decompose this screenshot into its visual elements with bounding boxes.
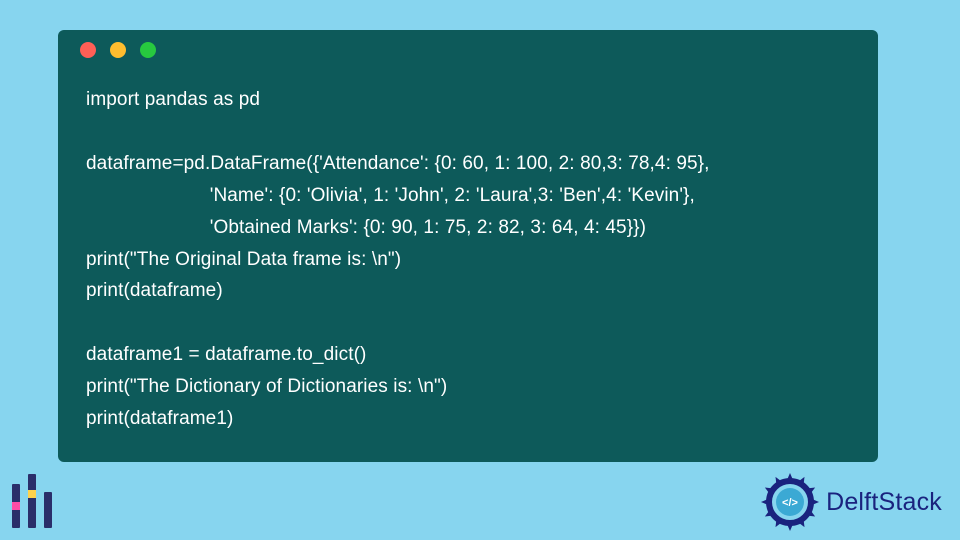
window-titlebar: [58, 30, 878, 70]
brand-tag: </>: [782, 497, 798, 509]
brand: </> DelftStack: [760, 472, 942, 532]
brand-seal-icon: </>: [760, 472, 820, 532]
code-window: import pandas as pd dataframe=pd.DataFra…: [58, 30, 878, 462]
maximize-icon[interactable]: [140, 42, 156, 58]
code-block: import pandas as pd dataframe=pd.DataFra…: [58, 70, 878, 455]
footer: </> DelftStack: [0, 462, 960, 540]
brand-name: DelftStack: [826, 488, 942, 517]
minimize-icon[interactable]: [110, 42, 126, 58]
close-icon[interactable]: [80, 42, 96, 58]
left-logo-icon: [6, 478, 62, 534]
